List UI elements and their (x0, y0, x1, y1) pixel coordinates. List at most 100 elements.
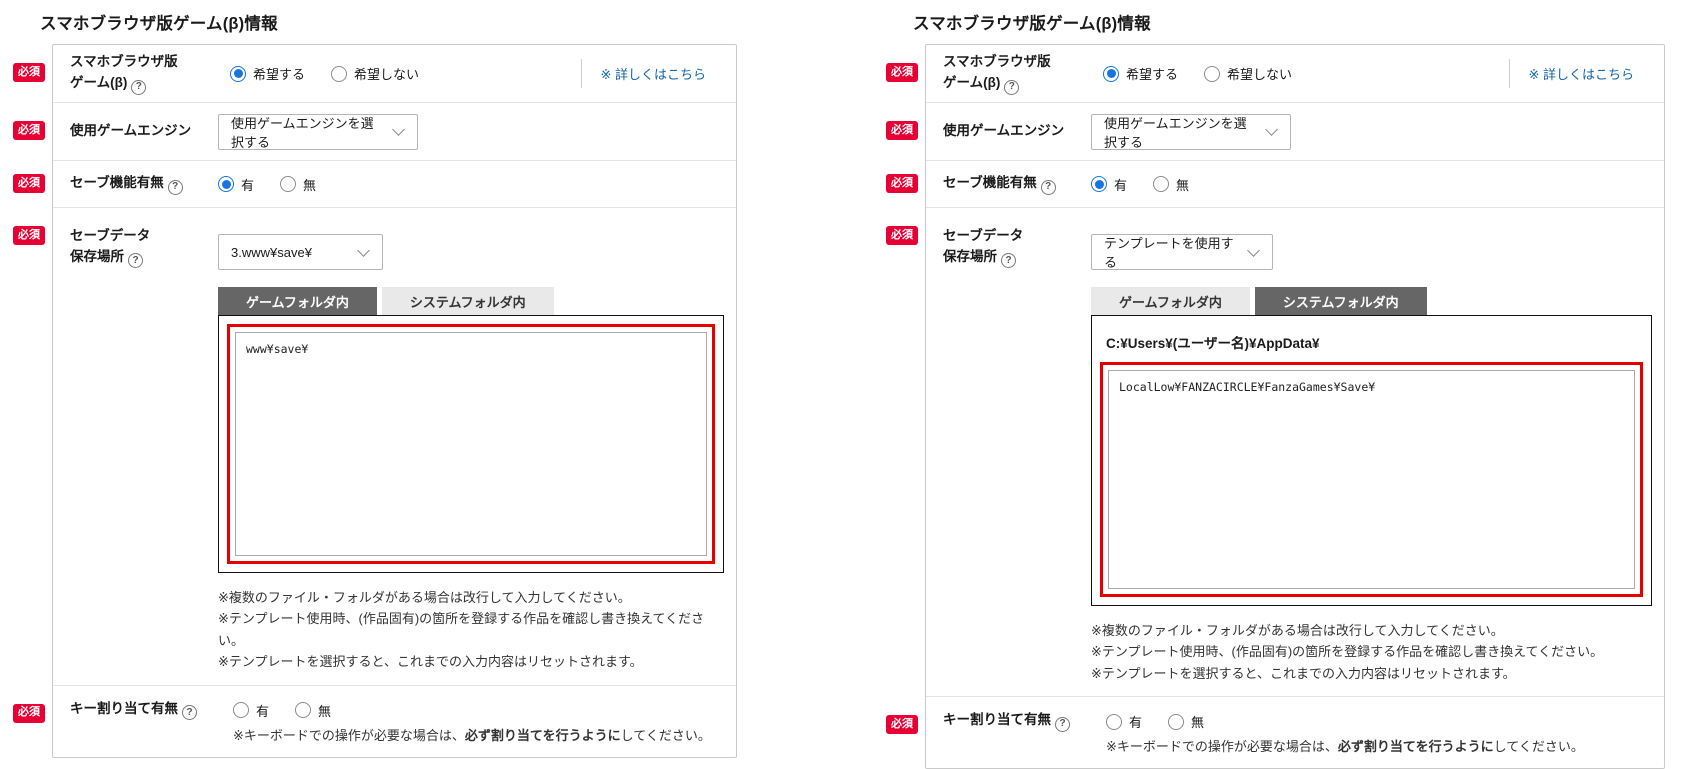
engine-select[interactable]: 使用ゲームエンジンを選択する (1091, 113, 1291, 150)
row-save-location: 必須 セーブデータ 保存場所? 3.www¥save¥ ゲームフォルダ内 システ… (13, 208, 736, 686)
save-location-template-select[interactable]: テンプレートを使用する (1091, 234, 1273, 270)
field-label-browser-game: スマホブラウザ版 ゲーム(β)? (943, 52, 1091, 95)
required-badge: 必須 (13, 121, 45, 140)
highlighted-input-frame: www¥save¥ (227, 324, 715, 564)
note-line: ※複数のファイル・フォルダがある場合は改行して入力してください。 (1091, 623, 1504, 638)
radio-option-no[interactable]: 無 (1153, 175, 1189, 194)
help-icon[interactable]: ? (128, 253, 143, 269)
required-badge: 必須 (886, 63, 918, 82)
radio-option-no[interactable]: 希望しない (331, 64, 419, 83)
note-line: ※テンプレートを選択すると、これまでの入力内容はリセットされます。 (1091, 665, 1516, 681)
radio-button[interactable] (295, 702, 312, 719)
radio-button[interactable] (1153, 176, 1170, 192)
detail-link[interactable]: ※ 詳しくはこちら (1528, 64, 1634, 83)
save-path-textarea[interactable]: LocalLow¥FANZACIRCLE¥FanzaGames¥Save¥ (1108, 370, 1635, 589)
help-icon[interactable]: ? (1055, 716, 1070, 732)
radio-option-yes[interactable]: 有 (218, 175, 254, 194)
row-key-assign: 必須 キー割り当て有無? 有 無 ※キーボードでの操作が必要な場合は、必ず割り当 (886, 697, 1664, 768)
radio-button[interactable] (1168, 713, 1185, 730)
key-assign-radio-group: 有 無 (233, 699, 724, 720)
radio-option-yes[interactable]: 希望する (1103, 64, 1178, 83)
form-panel: 必須 スマホブラウザ版 ゲーム(β)? 希望する 希望しない ※ 詳しくはこちら (13, 44, 737, 758)
key-assign-controls: 有 無 ※キーボードでの操作が必要な場合は、必ず割り当てを行うようにしてください… (233, 699, 724, 744)
tab-game-folder[interactable]: ゲームフォルダ内 (1091, 287, 1250, 315)
save-feature-radio-group: 有 無 (218, 175, 316, 194)
folder-tabs: ゲームフォルダ内 システムフォルダ内 (218, 287, 724, 315)
row-key-assign: 必須 キー割り当て有無? 有 無 ※キーボードでの操作が必要な場合は、必ず割り当 (13, 686, 736, 757)
row-engine: 必須 使用ゲームエンジン 使用ゲームエンジンを選択する (13, 103, 736, 161)
chevron-down-icon (1247, 243, 1260, 257)
radio-option-no[interactable]: 無 (295, 701, 331, 720)
radio-option-no[interactable]: 無 (280, 175, 316, 194)
tab-system-folder[interactable]: システムフォルダ内 (381, 287, 554, 315)
form-section-right: スマホブラウザ版ゲーム(β)情報 必須 スマホブラウザ版 ゲーム(β)? 希望す… (885, 0, 1665, 769)
required-badge: 必須 (886, 121, 918, 140)
note-line: ※テンプレートを選択すると、これまでの入力内容はリセットされます。 (218, 654, 643, 670)
radio-option-yes[interactable]: 希望する (230, 64, 305, 83)
radio-option-no[interactable]: 無 (1168, 712, 1204, 731)
row-browser-game: 必須 スマホブラウザ版 ゲーム(β)? 希望する 希望しない ※ 詳しくはこちら (886, 45, 1664, 103)
field-label-engine: 使用ゲームエンジン (943, 123, 1065, 139)
save-location-notes: ※複数のファイル・フォルダがある場合は改行して入力してください。 ※テンプレート… (1091, 620, 1652, 684)
detail-link-cell: ※ 詳しくはこちら (581, 59, 724, 88)
help-icon[interactable]: ? (1004, 79, 1020, 95)
radio-option-yes[interactable]: 有 (233, 701, 269, 720)
field-label-engine: 使用ゲームエンジン (70, 123, 192, 139)
key-assign-radio-group: 有 無 (1106, 710, 1652, 731)
row-engine: 必須 使用ゲームエンジン 使用ゲームエンジンを選択する (886, 103, 1664, 161)
radio-option-yes[interactable]: 有 (1091, 175, 1127, 194)
radio-button[interactable] (1204, 65, 1221, 82)
field-label-key-assign: キー割り当て有無? (943, 710, 1106, 732)
field-label-key-assign: キー割り当て有無? (70, 699, 233, 720)
help-icon[interactable]: ? (1001, 253, 1016, 269)
required-badge: 必須 (13, 63, 45, 82)
radio-button[interactable] (280, 176, 297, 192)
folder-tabs: ゲームフォルダ内 システムフォルダ内 (1091, 287, 1652, 315)
chevron-down-icon (357, 243, 370, 257)
detail-link[interactable]: ※ 詳しくはこちら (600, 64, 706, 83)
radio-button[interactable] (331, 65, 348, 82)
radio-button[interactable] (1103, 65, 1119, 82)
radio-option-no[interactable]: 希望しない (1204, 64, 1292, 83)
radio-button[interactable] (230, 65, 246, 82)
radio-button[interactable] (233, 702, 249, 719)
row-browser-game: 必須 スマホブラウザ版 ゲーム(β)? 希望する 希望しない ※ 詳しくはこちら (13, 45, 736, 103)
field-label-save-feature: セーブ機能有無? (943, 173, 1091, 195)
required-badge: 必須 (13, 703, 45, 723)
radio-button[interactable] (1106, 713, 1122, 730)
chevron-down-icon (1265, 123, 1278, 136)
save-location-template-select[interactable]: 3.www¥save¥ (218, 234, 383, 270)
help-icon[interactable]: ? (1040, 179, 1056, 195)
browser-game-radio-group: 希望する 希望しない (218, 64, 419, 83)
save-location-notes: ※複数のファイル・フォルダがある場合は改行して入力してください。 ※テンプレート… (218, 587, 724, 673)
save-path-textarea[interactable]: www¥save¥ (235, 332, 707, 556)
page-title: スマホブラウザ版ゲーム(β)情報 (40, 15, 278, 33)
chevron-down-icon (392, 123, 405, 136)
key-assign-note: ※キーボードでの操作が必要な場合は、必ず割り当てを行うようにしてください。 (1106, 739, 1584, 755)
save-location-controls: テンプレートを使用する ゲームフォルダ内 システムフォルダ内 C:¥Users¥… (1091, 220, 1652, 684)
page-title: スマホブラウザ版ゲーム(β)情報 (913, 15, 1151, 33)
tab-system-folder[interactable]: システムフォルダ内 (1254, 287, 1427, 315)
field-label-save-location: セーブデータ 保存場所? (70, 220, 218, 269)
engine-select[interactable]: 使用ゲームエンジンを選択する (218, 113, 418, 150)
field-label-browser-game: スマホブラウザ版 ゲーム(β)? (70, 52, 218, 95)
browser-game-radio-group: 希望する 希望しない (1091, 64, 1292, 83)
save-feature-radio-group: 有 無 (1091, 175, 1189, 194)
note-line: ※テンプレート使用時、(作品固有)の箇所を登録する作品を確認し書き換えてください… (218, 611, 705, 648)
row-save-feature: 必須 セーブ機能有無? 有 無 (13, 161, 736, 208)
help-icon[interactable]: ? (131, 79, 147, 95)
highlighted-input-frame: LocalLow¥FANZACIRCLE¥FanzaGames¥Save¥ (1100, 362, 1643, 597)
help-icon[interactable]: ? (182, 705, 197, 720)
tab-game-folder[interactable]: ゲームフォルダ内 (218, 287, 377, 315)
radio-option-yes[interactable]: 有 (1106, 712, 1142, 731)
radio-button[interactable] (1091, 176, 1107, 192)
radio-button[interactable] (218, 176, 234, 192)
required-badge: 必須 (13, 226, 45, 245)
help-icon[interactable]: ? (167, 179, 183, 195)
form-panel: 必須 スマホブラウザ版 ゲーム(β)? 希望する 希望しない ※ 詳しくはこちら (886, 44, 1665, 769)
key-assign-controls: 有 無 ※キーボードでの操作が必要な場合は、必ず割り当てを行うようにしてください… (1106, 710, 1652, 755)
required-badge: 必須 (886, 715, 918, 735)
note-line: ※複数のファイル・フォルダがある場合は改行して入力してください。 (218, 590, 631, 605)
folder-tab-panel: C:¥Users¥(ユーザー名)¥AppData¥ LocalLow¥FANZA… (1091, 315, 1652, 606)
form-section-left: スマホブラウザ版ゲーム(β)情報 必須 スマホブラウザ版 ゲーム(β)? 希望す… (12, 0, 737, 758)
